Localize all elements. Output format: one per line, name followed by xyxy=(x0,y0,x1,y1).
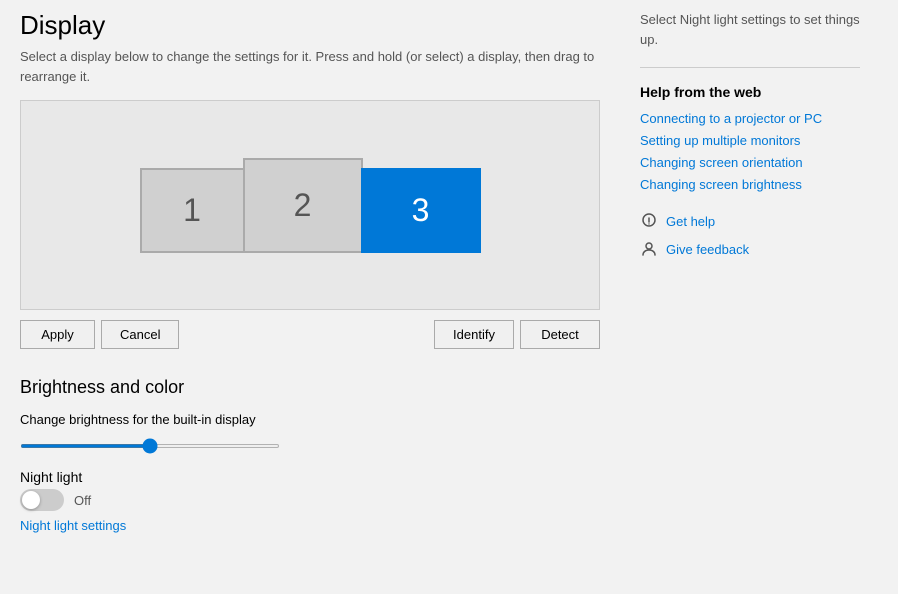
display-preview: 1 2 3 xyxy=(20,100,600,310)
night-light-title: Night light xyxy=(20,469,600,485)
right-subtitle: Select Night light settings to set thing… xyxy=(640,10,860,49)
left-panel: Display Select a display below to change… xyxy=(0,10,620,594)
help-link-item-2: Changing screen orientation xyxy=(640,154,860,170)
night-light-status: Off xyxy=(74,493,91,508)
right-panel: Select Night light settings to set thing… xyxy=(620,10,880,594)
give-feedback-link[interactable]: Give feedback xyxy=(666,242,749,257)
help-link-0[interactable]: Connecting to a projector or PC xyxy=(640,111,822,126)
help-link-item-1: Setting up multiple monitors xyxy=(640,132,860,148)
night-light-settings-link[interactable]: Night light settings xyxy=(20,518,126,533)
brightness-slider[interactable] xyxy=(20,444,280,448)
monitors-row: 1 2 3 xyxy=(140,158,481,253)
monitor-1[interactable]: 1 xyxy=(140,168,245,253)
night-light-toggle[interactable] xyxy=(20,489,64,511)
help-links-list: Connecting to a projector or PC Setting … xyxy=(640,110,860,192)
cancel-button[interactable]: Cancel xyxy=(101,320,179,349)
toggle-knob xyxy=(22,491,40,509)
help-link-item-3: Changing screen brightness xyxy=(640,176,860,192)
page-subtitle: Select a display below to change the set… xyxy=(20,47,600,86)
get-help-row: Get help xyxy=(640,212,860,230)
page-title: Display xyxy=(20,10,600,41)
apply-button[interactable]: Apply xyxy=(20,320,95,349)
get-help-icon xyxy=(640,212,658,230)
give-feedback-icon xyxy=(640,240,658,258)
identify-button[interactable]: Identify xyxy=(434,320,514,349)
night-light-row: Off xyxy=(20,489,600,511)
help-link-item-0: Connecting to a projector or PC xyxy=(640,110,860,126)
right-divider xyxy=(640,67,860,68)
brightness-label: Change brightness for the built-in displ… xyxy=(20,412,600,427)
get-help-link[interactable]: Get help xyxy=(666,214,715,229)
brightness-slider-container xyxy=(20,435,600,451)
help-link-3[interactable]: Changing screen brightness xyxy=(640,177,802,192)
monitor-2[interactable]: 2 xyxy=(243,158,363,253)
monitor-3[interactable]: 3 xyxy=(361,168,481,253)
give-feedback-row: Give feedback xyxy=(640,240,860,258)
detect-button[interactable]: Detect xyxy=(520,320,600,349)
help-link-1[interactable]: Setting up multiple monitors xyxy=(640,133,800,148)
help-web-title: Help from the web xyxy=(640,84,860,100)
display-button-row: Apply Cancel Identify Detect xyxy=(20,320,600,349)
help-link-2[interactable]: Changing screen orientation xyxy=(640,155,803,170)
brightness-section-title: Brightness and color xyxy=(20,377,600,398)
